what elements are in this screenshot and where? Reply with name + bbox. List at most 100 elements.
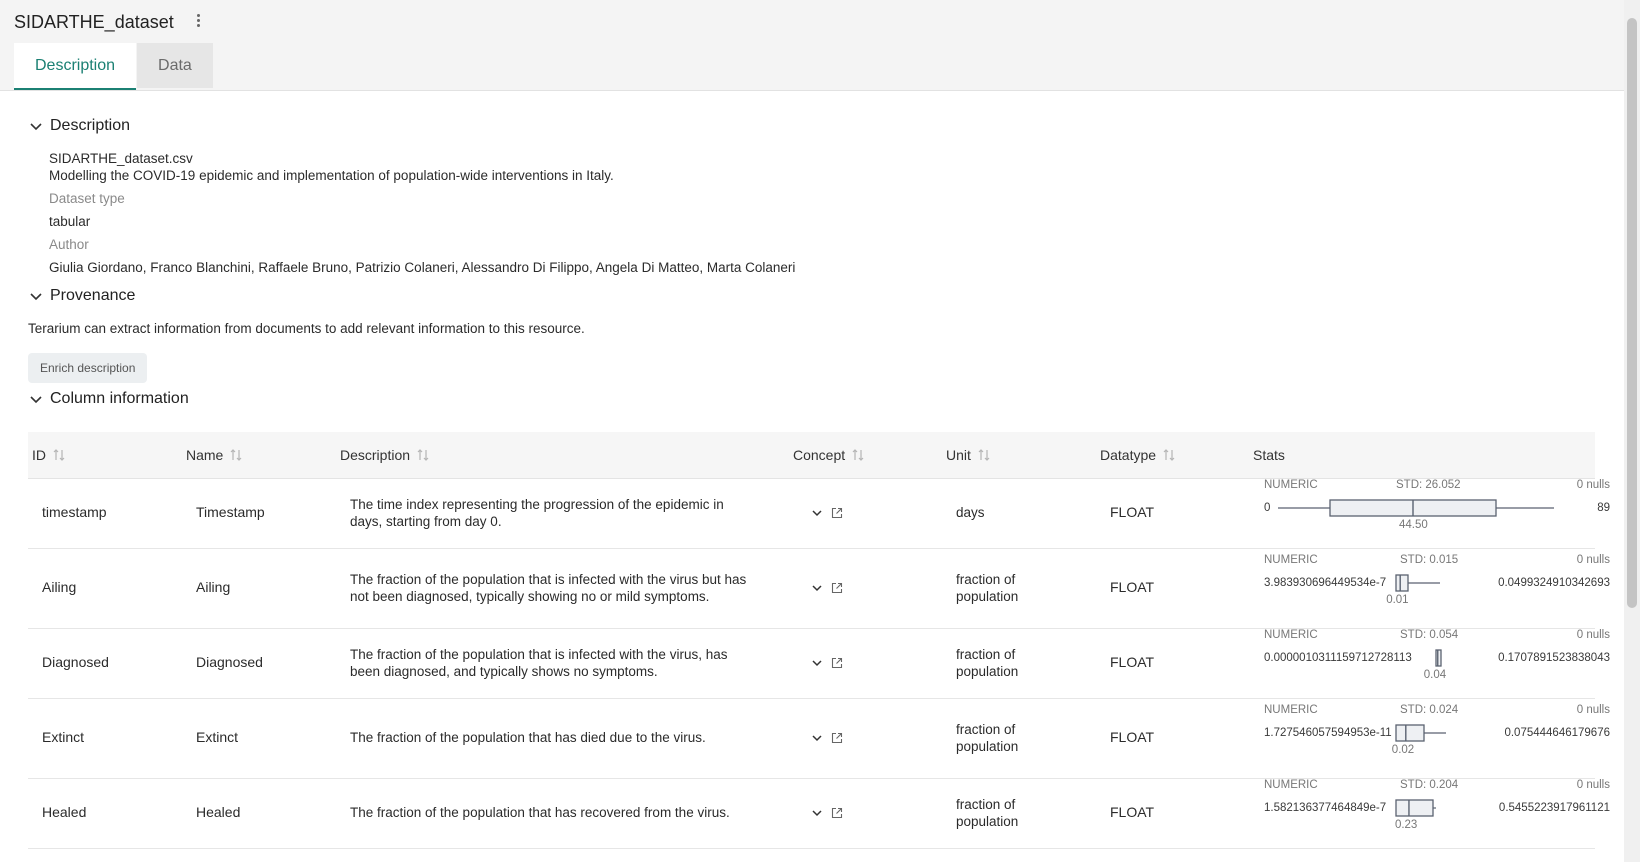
stats-nulls: 0 nulls: [1576, 479, 1610, 491]
external-link-icon[interactable]: [830, 656, 844, 670]
cell-name: Healed: [196, 804, 241, 820]
column-stats: NUMERIC STD: 0.054 0 nulls 0.00000103111…: [1264, 629, 1610, 709]
dataset-summary: Modelling the COVID-19 epidemic and impl…: [49, 168, 614, 183]
tab-data[interactable]: Data: [137, 43, 213, 88]
unit-line: fraction of: [956, 647, 1016, 662]
cell-datatype: FLOAT: [1110, 729, 1155, 745]
sort-icon[interactable]: [229, 447, 243, 463]
external-link-icon[interactable]: [830, 506, 844, 520]
unit-line: fraction of: [956, 572, 1016, 587]
cell-name: Timestamp: [196, 504, 265, 520]
sort-icon[interactable]: [1162, 447, 1176, 463]
concept-controls: [810, 806, 844, 820]
boxplot: [1278, 499, 1554, 517]
page-title: SIDARTHE_dataset: [14, 12, 174, 32]
stats-type: NUMERIC: [1264, 554, 1318, 566]
chevron-down-icon: [30, 396, 42, 404]
stats-median: 0.01: [1386, 594, 1409, 606]
tab-description[interactable]: Description: [14, 43, 137, 90]
vertical-scrollbar[interactable]: [1624, 0, 1640, 862]
boxplot-box: [1435, 649, 1442, 667]
cell-description: The fraction of the population that has …: [350, 804, 770, 821]
more-options-icon[interactable]: [192, 12, 204, 32]
cell-name: Extinct: [196, 729, 239, 745]
cell-unit: fraction of population: [956, 571, 1046, 605]
chevron-down-icon[interactable]: [810, 806, 824, 820]
cell-unit: fraction of population: [956, 646, 1046, 680]
stats-median: 44.50: [1399, 519, 1428, 531]
sort-icon[interactable]: [851, 447, 865, 463]
column-stats: NUMERIC STD: 0.204 0 nulls 1.58213637746…: [1264, 779, 1610, 859]
sort-icon[interactable]: [416, 447, 430, 463]
provenance-toggle[interactable]: Provenance: [28, 287, 135, 305]
stats-median: 0.23: [1394, 819, 1418, 831]
header-concept[interactable]: Concept: [793, 447, 865, 463]
chevron-down-icon[interactable]: [810, 506, 824, 520]
description-line: been diagnosed, and typically shows no s…: [350, 664, 658, 679]
external-link-icon[interactable]: [830, 581, 844, 595]
cell-unit: fraction of population: [956, 721, 1046, 755]
description-line: The time index representing the progress…: [350, 497, 724, 512]
dataset-type-value: tabular: [49, 214, 91, 229]
description-toggle[interactable]: Description: [28, 117, 130, 135]
concept-controls: [810, 656, 844, 670]
header-datatype[interactable]: Datatype: [1100, 447, 1176, 463]
column-info-toggle[interactable]: Column information: [28, 390, 189, 408]
chevron-down-icon[interactable]: [810, 656, 824, 670]
description-line: The fraction of the population that has …: [350, 805, 730, 820]
description-line: not been diagnosed, typically showing no…: [350, 589, 710, 604]
scrollbar-thumb[interactable]: [1627, 18, 1637, 608]
header-description[interactable]: Description: [340, 447, 430, 463]
concept-controls: [810, 581, 844, 595]
column-info-heading: Column information: [50, 390, 189, 407]
enrich-description-button[interactable]: Enrich description: [28, 353, 148, 383]
stats-std: STD: 0.054: [1400, 629, 1459, 641]
cell-description: The time index representing the progress…: [350, 496, 770, 530]
stats-std: STD: 0.015: [1400, 554, 1459, 566]
stats-median: 0.04: [1423, 669, 1447, 681]
boxplot: [1395, 574, 1440, 592]
unit-line: population: [956, 664, 1019, 679]
header-stats: Stats: [1253, 447, 1285, 463]
table-row: timestamp Timestamp The time index repre…: [28, 478, 1610, 549]
stats-type: NUMERIC: [1264, 779, 1318, 791]
unit-line: population: [956, 814, 1019, 829]
chevron-down-icon[interactable]: [810, 581, 824, 595]
concept-controls: [810, 506, 844, 520]
cell-datatype: FLOAT: [1110, 654, 1155, 670]
header-unit[interactable]: Unit: [946, 447, 991, 463]
cell-description: The fraction of the population that is i…: [350, 646, 770, 680]
description-heading: Description: [50, 117, 131, 134]
provenance-text: Terarium can extract information from do…: [28, 321, 585, 336]
cell-id: Ailing: [42, 579, 77, 595]
boxplot: [1395, 724, 1446, 742]
cell-name: Diagnosed: [196, 654, 263, 670]
chevron-down-icon: [30, 293, 42, 301]
header-id[interactable]: ID: [32, 447, 66, 463]
boxplot: [1435, 649, 1442, 667]
stats-nulls: 0 nulls: [1576, 554, 1610, 566]
table-row: Ailing Ailing The fraction of the popula…: [28, 548, 1610, 629]
cell-unit: fraction of population: [956, 796, 1046, 830]
stats-std: STD: 26.052: [1396, 479, 1461, 491]
author-value: Giulia Giordano, Franco Blanchini, Raffa…: [49, 260, 796, 275]
cell-id: timestamp: [42, 504, 107, 520]
unit-line: fraction of: [956, 797, 1016, 812]
sort-icon[interactable]: [52, 447, 66, 463]
description-line: The fraction of the population that is i…: [350, 572, 747, 587]
sort-icon[interactable]: [977, 447, 991, 463]
table-row: Healed Healed The fraction of the popula…: [28, 778, 1610, 849]
unit-line: days: [956, 505, 985, 520]
external-link-icon[interactable]: [830, 731, 844, 745]
stats-nulls: 0 nulls: [1576, 779, 1610, 791]
cell-datatype: FLOAT: [1110, 579, 1155, 595]
cell-description: The fraction of the population that is i…: [350, 571, 770, 605]
stats-nulls: 0 nulls: [1576, 704, 1610, 716]
dataset-type-label: Dataset type: [49, 191, 125, 206]
boxplot-box: [1395, 724, 1425, 742]
header-name[interactable]: Name: [186, 447, 243, 463]
unit-line: population: [956, 589, 1019, 604]
external-link-icon[interactable]: [830, 806, 844, 820]
chevron-down-icon[interactable]: [810, 731, 824, 745]
author-label: Author: [49, 237, 89, 252]
